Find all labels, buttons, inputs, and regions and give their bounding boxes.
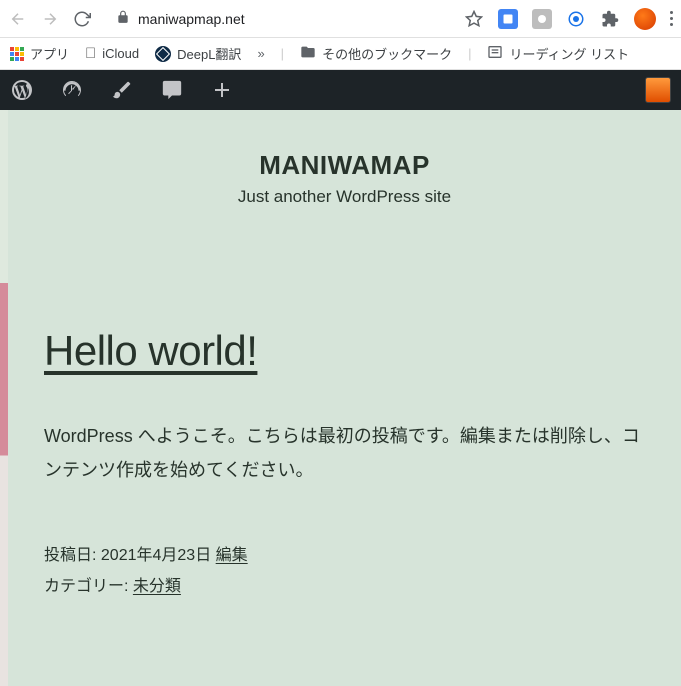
post-meta: 投稿日: 2021年4月23日 編集 カテゴリー: 未分類 bbox=[44, 541, 645, 602]
page-wrap: MANIWAMAP Just another WordPress site He… bbox=[0, 110, 681, 686]
dashboard-icon[interactable] bbox=[60, 78, 84, 102]
edit-link[interactable]: 編集 bbox=[216, 547, 248, 564]
back-button[interactable] bbox=[8, 9, 28, 29]
meta-date-row: 投稿日: 2021年4月23日 編集 bbox=[44, 541, 645, 571]
star-icon[interactable] bbox=[464, 9, 484, 29]
wp-user-avatar[interactable] bbox=[645, 77, 671, 103]
post-title[interactable]: Hello world! bbox=[44, 327, 645, 375]
toolbar-right bbox=[464, 8, 673, 30]
url-text: maniwapmap.net bbox=[138, 11, 245, 27]
icloud-label: iCloud bbox=[102, 46, 139, 61]
browser-toolbar: maniwapmap.net bbox=[0, 0, 681, 38]
list-icon bbox=[487, 44, 503, 63]
post-body: WordPress へようこそ。こちらは最初の投稿です。編集または削除し、コンテ… bbox=[44, 419, 645, 487]
profile-avatar[interactable] bbox=[634, 8, 656, 30]
extension-icon-2[interactable] bbox=[532, 9, 552, 29]
comments-icon[interactable] bbox=[160, 78, 184, 102]
deepl-label: DeepL翻訳 bbox=[177, 44, 241, 63]
bookmark-circle-icon[interactable] bbox=[566, 9, 586, 29]
meta-date-label: 投稿日: bbox=[44, 547, 96, 564]
reload-button[interactable] bbox=[72, 9, 92, 29]
other-bookmarks-label: その他のブックマーク bbox=[322, 44, 452, 63]
new-content-icon[interactable] bbox=[210, 78, 234, 102]
reading-list[interactable]: リーディング リスト bbox=[487, 44, 629, 63]
apple-icon:  bbox=[85, 45, 96, 62]
left-edge-sliver bbox=[0, 110, 8, 686]
other-bookmarks[interactable]: その他のブックマーク bbox=[300, 44, 452, 63]
meta-cat-row: カテゴリー: 未分類 bbox=[44, 572, 645, 602]
bookmark-deepl[interactable]: DeepL翻訳 bbox=[155, 44, 241, 63]
category-link[interactable]: 未分類 bbox=[133, 578, 181, 595]
customize-icon[interactable] bbox=[110, 78, 134, 102]
address-bar[interactable]: maniwapmap.net bbox=[104, 6, 452, 31]
bookmark-icloud[interactable]:  iCloud bbox=[85, 45, 139, 62]
site-header: MANIWAMAP Just another WordPress site bbox=[44, 150, 645, 207]
deepl-icon bbox=[155, 46, 171, 62]
wordpress-logo-icon[interactable] bbox=[10, 78, 34, 102]
folder-icon bbox=[300, 44, 316, 63]
extension-icon[interactable] bbox=[498, 9, 518, 29]
extensions-icon[interactable] bbox=[600, 9, 620, 29]
wp-admin-bar bbox=[0, 70, 681, 110]
chrome-menu-icon[interactable] bbox=[670, 11, 673, 26]
apps-shortcut[interactable]: アプリ bbox=[10, 44, 69, 63]
meta-date-value: 2021年4月23日 bbox=[101, 547, 211, 564]
apps-label: アプリ bbox=[30, 44, 69, 63]
page-content: MANIWAMAP Just another WordPress site He… bbox=[8, 110, 681, 686]
divider: | bbox=[281, 46, 284, 61]
bookmarks-overflow[interactable]: » bbox=[257, 46, 264, 61]
bookmarks-bar: アプリ  iCloud DeepL翻訳 » | その他のブックマーク | リー… bbox=[0, 38, 681, 70]
divider: | bbox=[468, 46, 471, 61]
apps-grid-icon bbox=[10, 47, 24, 61]
forward-button[interactable] bbox=[40, 9, 60, 29]
lock-icon bbox=[116, 10, 130, 27]
meta-cat-label: カテゴリー: bbox=[44, 578, 128, 595]
site-title[interactable]: MANIWAMAP bbox=[44, 150, 645, 181]
reading-list-label: リーディング リスト bbox=[509, 44, 629, 63]
site-tagline: Just another WordPress site bbox=[44, 187, 645, 207]
